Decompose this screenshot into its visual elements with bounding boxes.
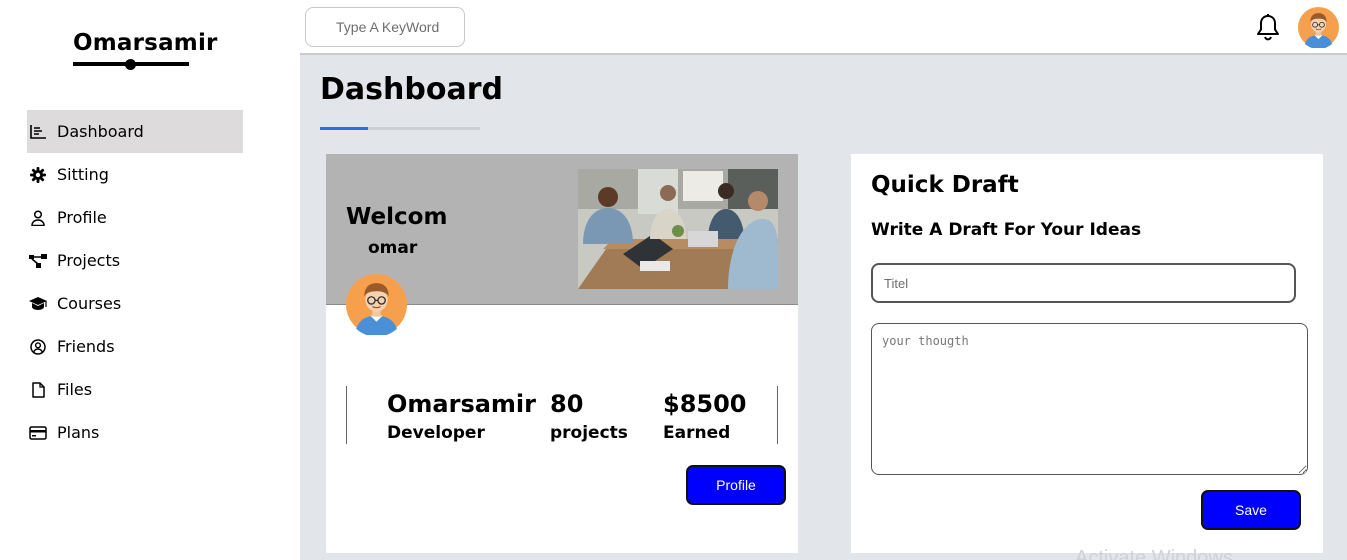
user-icon [29, 209, 47, 227]
user-circle-icon [29, 338, 47, 356]
topbar [300, 0, 1347, 55]
stat-label: Developer [387, 423, 485, 443]
sidebar-item-files[interactable]: Files [27, 368, 243, 411]
sidebar-item-label: Friends [57, 337, 115, 356]
stat-label: Earned [663, 423, 731, 443]
sidebar-item-dashboard[interactable]: Dashboard [27, 110, 243, 153]
profile-stats: Omarsamir Developer 80 projects $8500 Ea… [346, 386, 778, 444]
sidebar-item-sitting[interactable]: Sitting [27, 153, 243, 196]
sidebar-item-label: Dashboard [57, 122, 144, 141]
avatar [346, 274, 407, 337]
logo: Omarsamir [73, 30, 218, 56]
stat-earned: $8500 Earned [663, 389, 747, 447]
sidebar-item-label: Files [57, 380, 93, 399]
bell-icon[interactable] [1255, 13, 1281, 41]
meeting-photo [578, 169, 783, 289]
search-input[interactable] [305, 7, 465, 47]
sidebar-nav: Dashboard Sitting Profile Projects Cours… [27, 110, 243, 454]
welcome-name: omar [368, 238, 418, 258]
stat-value: Omarsamir [387, 390, 536, 418]
welcome-card: Welcom omar Omarsamir Developer 80 proje… [326, 154, 798, 553]
sidebar-item-label: Profile [57, 208, 107, 227]
sidebar-item-projects[interactable]: Projects [27, 239, 243, 282]
avatar[interactable] [1298, 7, 1339, 50]
page-title: Dashboard [320, 72, 503, 107]
sidebar-item-label: Sitting [57, 165, 109, 184]
sidebar-item-label: Plans [57, 423, 100, 442]
file-icon [29, 381, 47, 399]
draft-title: Quick Draft [871, 172, 1019, 198]
gear-icon [29, 166, 47, 184]
graduation-cap-icon [29, 295, 47, 313]
sidebar-item-label: Courses [57, 294, 122, 313]
quick-draft-card: Quick Draft Write A Draft For Your Ideas… [851, 154, 1323, 553]
title-underline-accent [320, 127, 368, 130]
stat-name: Omarsamir Developer [387, 389, 536, 447]
stat-projects: 80 projects [550, 389, 628, 447]
thought-textarea[interactable] [871, 323, 1308, 475]
sidebar-item-profile[interactable]: Profile [27, 196, 243, 239]
save-button[interactable]: Save [1201, 490, 1301, 530]
logo-dot [125, 59, 136, 70]
sidebar-item-plans[interactable]: Plans [27, 411, 243, 454]
profile-button[interactable]: Profile [686, 465, 786, 505]
diagram-icon [29, 252, 47, 270]
sidebar-item-courses[interactable]: Courses [27, 282, 243, 325]
stat-label: projects [550, 423, 628, 443]
sidebar-item-friends[interactable]: Friends [27, 325, 243, 368]
activation-watermark: Activate Windows [1075, 547, 1233, 560]
chart-icon [29, 123, 47, 141]
credit-card-icon [29, 424, 47, 442]
title-input[interactable] [871, 263, 1296, 303]
welcome-title: Welcom [346, 204, 448, 230]
sidebar: Omarsamir Dashboard Sitting Profile Proj… [0, 0, 300, 560]
stat-value: 80 [550, 390, 584, 418]
stat-value: $8500 [663, 390, 747, 418]
draft-subtitle: Write A Draft For Your Ideas [871, 220, 1142, 240]
sidebar-item-label: Projects [57, 251, 121, 270]
